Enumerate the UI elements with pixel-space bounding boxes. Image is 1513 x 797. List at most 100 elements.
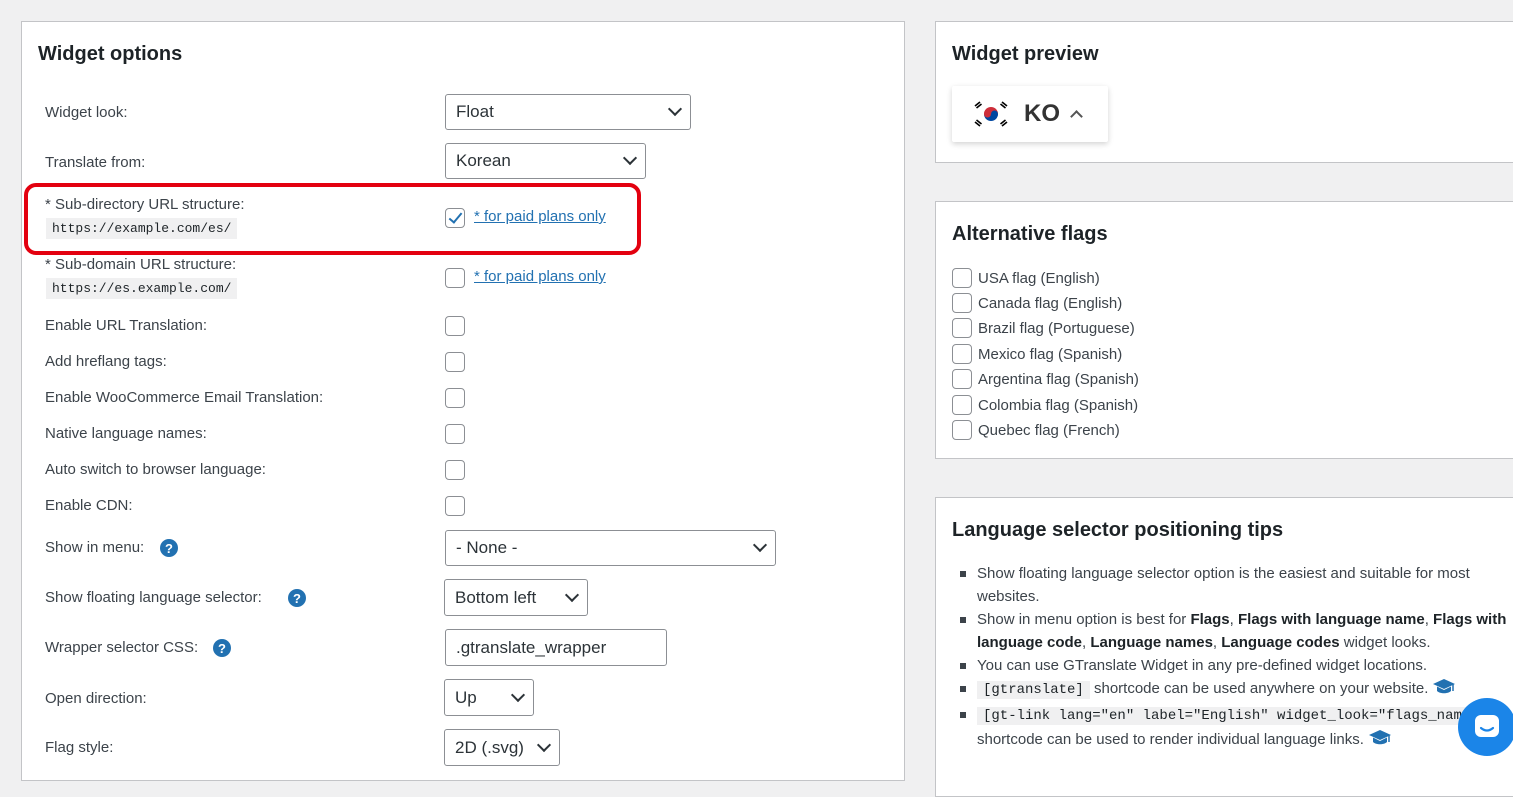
hreflang-label: Add hreflang tags: xyxy=(45,353,167,370)
floating-selector-label: Show floating language selector: xyxy=(45,589,262,606)
korea-flag-icon xyxy=(972,100,1010,128)
alternative-flags-title: Alternative flags xyxy=(952,223,1108,245)
tip-text: You can use GTranslate Widget in any pre… xyxy=(977,657,1427,674)
help-icon[interactable]: ? xyxy=(160,539,178,557)
language-code: KO xyxy=(1024,100,1060,127)
checkbox[interactable] xyxy=(952,395,972,415)
flag-style-select[interactable]: 2D (.svg) xyxy=(444,729,560,766)
graduation-cap-icon[interactable] xyxy=(1368,729,1392,754)
chevron-down-icon xyxy=(536,737,552,752)
auto-switch-checkbox[interactable] xyxy=(445,460,465,480)
show-in-menu-select[interactable]: - None - xyxy=(445,530,776,566)
open-direction-label: Open direction: xyxy=(45,690,147,707)
alt-flag-mexico[interactable]: Mexico flag (Spanish) xyxy=(952,344,1122,364)
tip-text: widget looks. xyxy=(1339,634,1431,651)
open-direction-select[interactable]: Up xyxy=(444,679,534,716)
alt-flag-label: Brazil flag (Portuguese) xyxy=(978,319,1135,337)
help-icon[interactable]: ? xyxy=(288,589,306,607)
tip-text: shortcode can be used anywhere on your w… xyxy=(1089,680,1429,697)
woo-email-label: Enable WooCommerce Email Translation: xyxy=(45,389,324,406)
hreflang-checkbox[interactable] xyxy=(445,352,465,372)
tip-text: , xyxy=(1424,611,1434,628)
subdomain-example: https://es.example.com/ xyxy=(46,278,238,299)
url-translation-checkbox[interactable] xyxy=(445,316,465,336)
chevron-down-icon xyxy=(564,587,580,602)
alternative-flags-panel: Alternative flags USA flag (English) Can… xyxy=(935,201,1513,459)
wrapper-css-label: Wrapper selector CSS: xyxy=(45,639,199,656)
checkbox[interactable] xyxy=(952,318,972,338)
alt-flag-label: Colombia flag (Spanish) xyxy=(978,396,1139,414)
shortcode: [gtranslate] xyxy=(977,681,1090,699)
list-item: Show in menu option is best for Flags, F… xyxy=(956,608,1513,654)
list-item: [gtranslate] shortcode can be used anywh… xyxy=(956,677,1513,703)
show-in-menu-label: Show in menu: xyxy=(45,539,145,556)
wrapper-css-input[interactable]: .gtranslate_wrapper xyxy=(445,629,667,666)
alt-flag-argentina[interactable]: Argentina flag (Spanish) xyxy=(952,369,1139,389)
alt-flag-quebec[interactable]: Quebec flag (French) xyxy=(952,420,1120,440)
tip-text: shortcode can be used to render individu… xyxy=(977,731,1364,748)
auto-switch-label: Auto switch to browser language: xyxy=(45,461,266,478)
widget-look-value: Float xyxy=(456,102,494,121)
native-names-label: Native language names: xyxy=(45,425,207,442)
alt-flag-colombia[interactable]: Colombia flag (Spanish) xyxy=(952,395,1138,415)
open-direction-value: Up xyxy=(455,687,477,707)
tips-list: Show floating language selector option i… xyxy=(956,562,1513,754)
wrapper-css-value: .gtranslate_wrapper xyxy=(456,637,607,657)
cdn-label: Enable CDN: xyxy=(45,497,133,514)
floating-selector-select[interactable]: Bottom left xyxy=(444,579,588,616)
widget-options-title: Widget options xyxy=(38,43,183,65)
translate-from-select[interactable]: Korean xyxy=(445,143,646,179)
alt-flag-label: Quebec flag (French) xyxy=(978,421,1120,439)
checkbox[interactable] xyxy=(952,293,972,313)
list-item: Show floating language selector option i… xyxy=(956,562,1513,608)
tip-bold: Flags xyxy=(1190,611,1230,628)
shortcode: [gt-link lang="en" label="English" widge… xyxy=(977,707,1494,725)
highlight-annotation xyxy=(24,183,641,255)
chevron-down-icon xyxy=(752,537,768,553)
chevron-down-icon xyxy=(510,687,526,702)
alt-flag-label: Mexico flag (Spanish) xyxy=(978,345,1123,363)
tip-bold: Flags with language name xyxy=(1237,611,1425,628)
tip-bold: Language codes xyxy=(1221,634,1340,651)
alt-flag-canada[interactable]: Canada flag (English) xyxy=(952,293,1122,313)
language-switcher-widget[interactable]: KO xyxy=(952,86,1108,142)
chat-icon xyxy=(1475,715,1499,737)
widget-look-select[interactable]: Float xyxy=(445,94,691,130)
alt-flag-usa[interactable]: USA flag (English) xyxy=(952,268,1100,288)
woo-email-checkbox[interactable] xyxy=(445,388,465,408)
subdomain-paid-link[interactable]: * for paid plans only xyxy=(474,268,606,285)
chevron-down-icon xyxy=(667,101,683,117)
alt-flag-label: Canada flag (English) xyxy=(978,294,1123,312)
tip-text: , xyxy=(1229,611,1238,628)
widget-look-label: Widget look: xyxy=(45,104,128,121)
floating-selector-value: Bottom left xyxy=(455,587,537,607)
checkbox[interactable] xyxy=(952,268,972,288)
list-item: [gt-link lang="en" label="English" widge… xyxy=(956,703,1513,754)
alt-flag-brazil[interactable]: Brazil flag (Portuguese) xyxy=(952,318,1135,338)
chevron-up-icon xyxy=(1070,110,1083,123)
flag-style-value: 2D (.svg) xyxy=(455,737,524,757)
positioning-tips-panel: Language selector positioning tips Show … xyxy=(935,497,1513,797)
widget-preview-panel: Widget preview KO xyxy=(935,21,1513,163)
alt-flag-label: USA flag (English) xyxy=(978,269,1100,287)
help-icon[interactable]: ? xyxy=(213,639,231,657)
graduation-cap-icon[interactable] xyxy=(1432,678,1456,703)
alt-flag-label: Argentina flag (Spanish) xyxy=(978,370,1139,388)
checkbox[interactable] xyxy=(952,369,972,389)
list-item: You can use GTranslate Widget in any pre… xyxy=(956,654,1513,677)
translate-from-value: Korean xyxy=(456,151,511,170)
flag-style-label: Flag style: xyxy=(45,739,114,756)
widget-options-panel: Widget options Widget look: Float Transl… xyxy=(21,21,905,781)
subdomain-checkbox[interactable] xyxy=(445,268,465,288)
tip-bold: Language names xyxy=(1090,634,1213,651)
tip-text: Show in menu option is best for xyxy=(977,611,1191,628)
tip-text: Show floating language selector option i… xyxy=(977,565,1470,605)
cdn-checkbox[interactable] xyxy=(445,496,465,516)
checkbox[interactable] xyxy=(952,420,972,440)
subdomain-label: * Sub-domain URL structure: xyxy=(45,256,237,273)
url-translation-label: Enable URL Translation: xyxy=(45,317,208,334)
chat-launcher-button[interactable] xyxy=(1458,698,1513,756)
widget-preview-title: Widget preview xyxy=(952,43,1099,65)
native-names-checkbox[interactable] xyxy=(445,424,465,444)
checkbox[interactable] xyxy=(952,344,972,364)
